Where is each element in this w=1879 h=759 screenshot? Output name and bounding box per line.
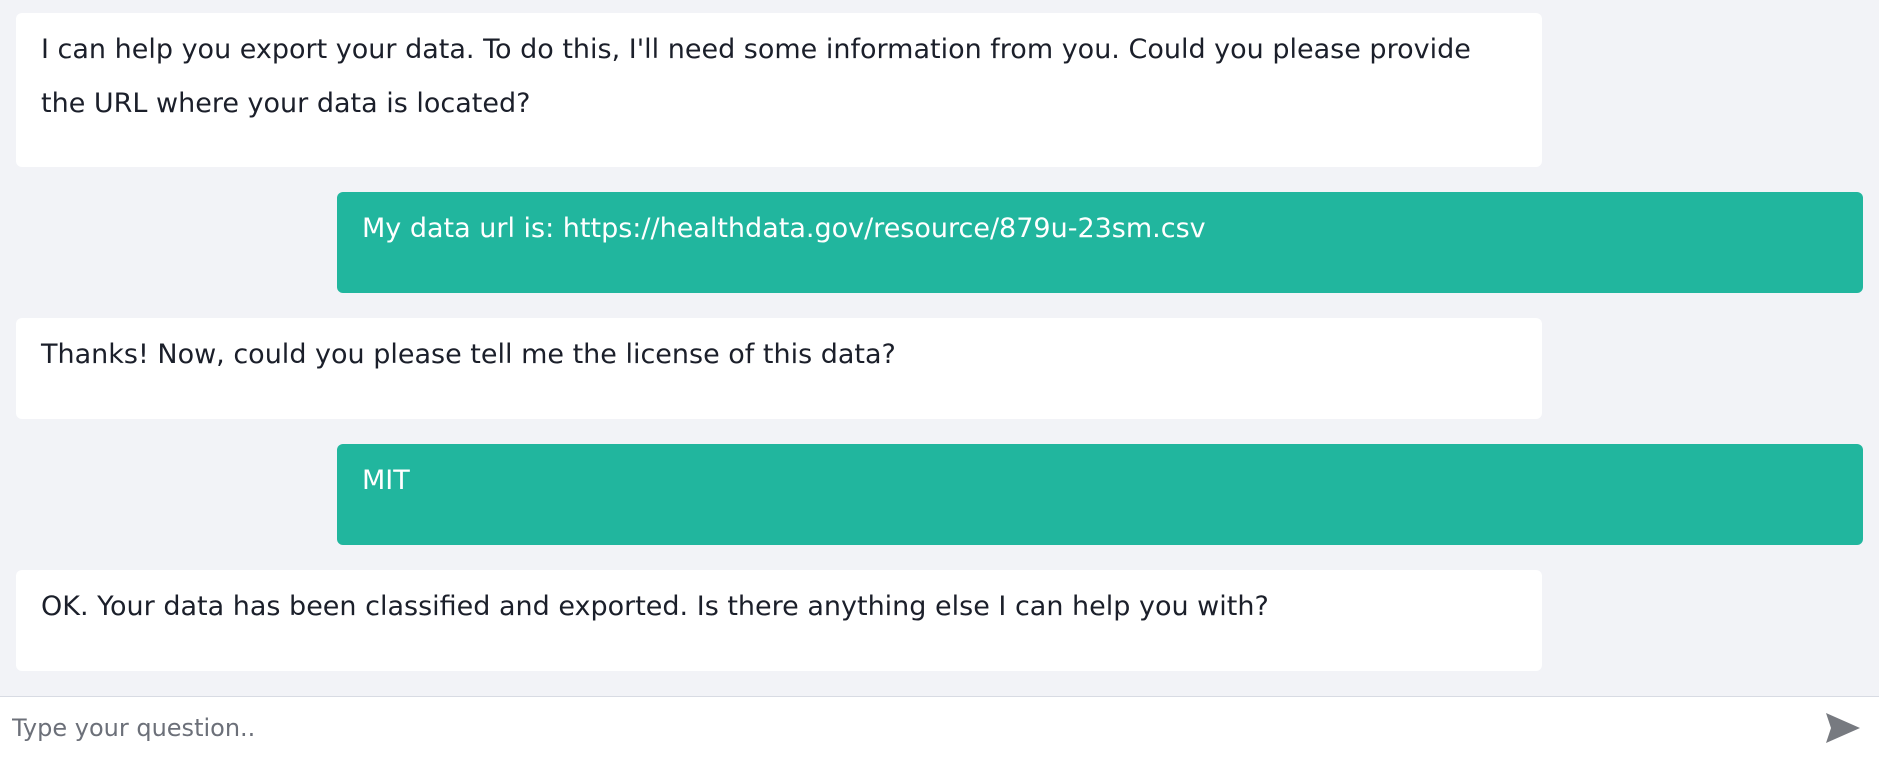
- assistant-message: OK. Your data has been classified and ex…: [16, 570, 1542, 671]
- chat-transcript: I can help you export your data. To do t…: [0, 0, 1879, 696]
- user-message: MIT: [337, 444, 1863, 545]
- question-input[interactable]: [0, 697, 1790, 759]
- user-message: My data url is: https://healthdata.gov/r…: [337, 192, 1863, 293]
- send-icon: [1826, 713, 1860, 743]
- message-composer: [0, 696, 1879, 759]
- assistant-message: I can help you export your data. To do t…: [16, 13, 1542, 167]
- assistant-message: Thanks! Now, could you please tell me th…: [16, 318, 1542, 419]
- send-button[interactable]: [1825, 711, 1861, 745]
